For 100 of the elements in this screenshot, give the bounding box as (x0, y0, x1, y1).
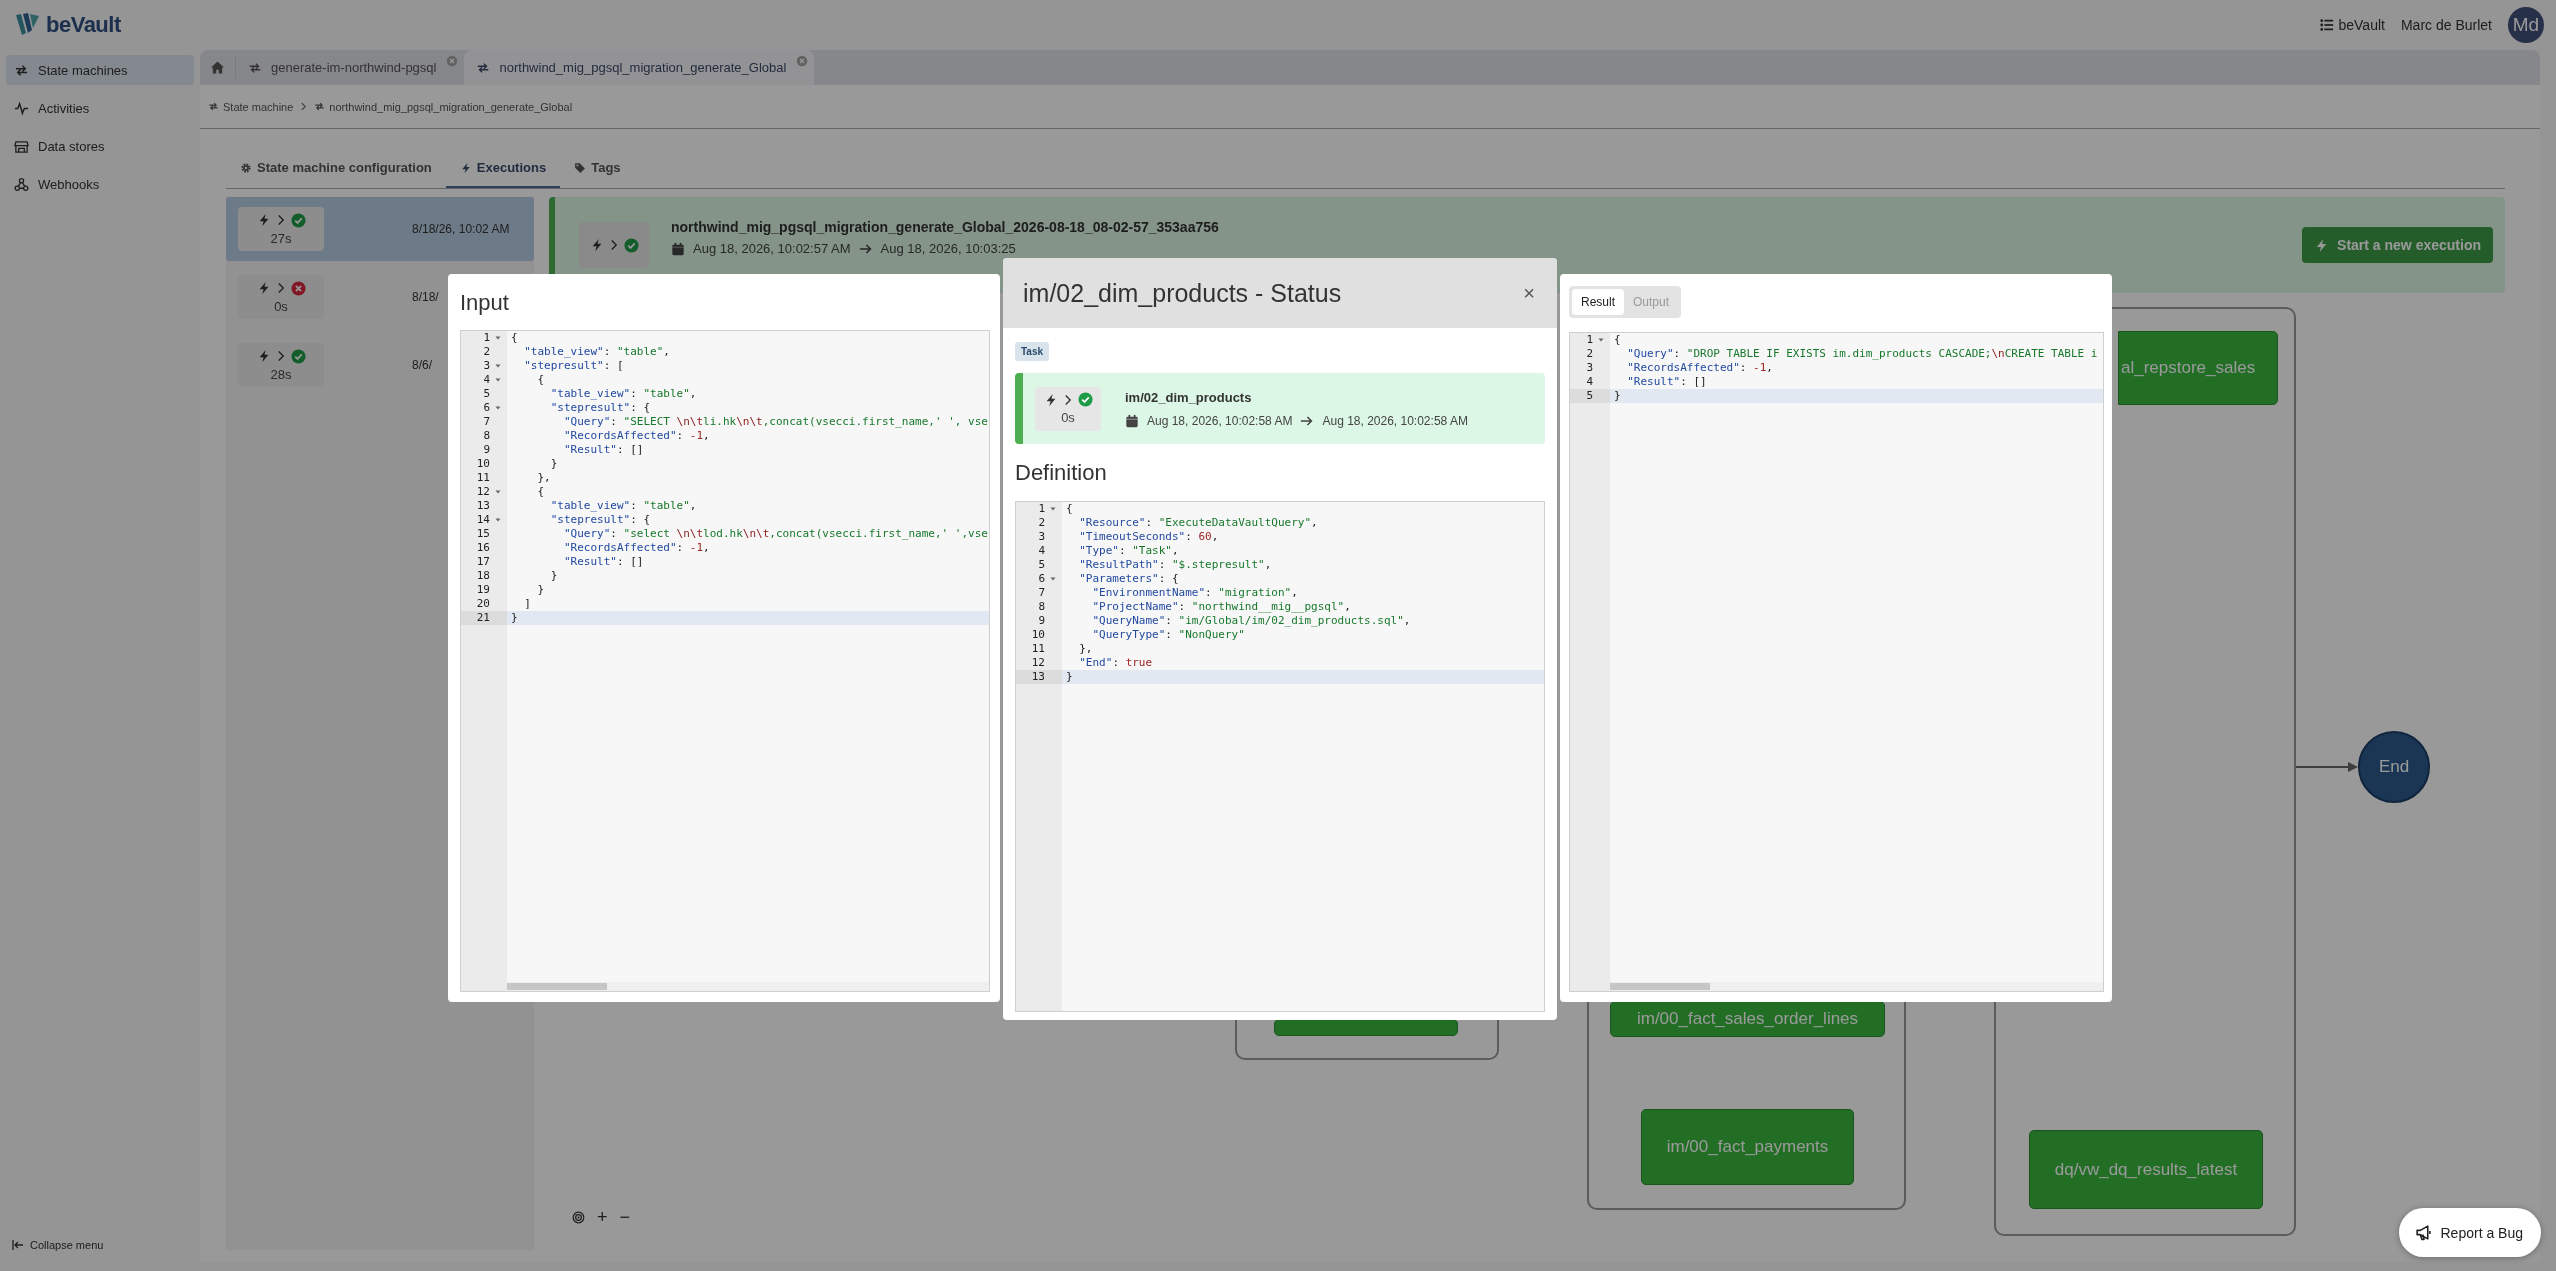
sidebar-item[interactable]: Webhooks (6, 169, 194, 199)
code-line: "RecordsAffected": -1, (563, 429, 711, 443)
collapse-menu-button[interactable]: Collapse menu (6, 1239, 194, 1251)
collapse-icon (12, 1240, 24, 1250)
code-line: { (536, 485, 546, 499)
line-number: 19 (476, 583, 490, 596)
code-line: "QueryName": "im/Global/im/02_dim_products.sql", (1091, 614, 1412, 628)
line-number: 8 (1038, 600, 1045, 613)
section-heading: Definition (1015, 459, 1108, 487)
code-line: "TimeoutSeconds": 60, (1078, 530, 1220, 544)
line-number: 11 (476, 471, 490, 484)
line-number: 17 (476, 555, 490, 568)
line-number: 6 (1038, 572, 1045, 585)
result-tab[interactable]: Result (1572, 289, 1624, 315)
swap-arrows-icon (476, 60, 491, 75)
swap-arrows-icon (208, 101, 219, 112)
line-number: 5 (1038, 558, 1045, 571)
sidebar-item[interactable]: Data stores (6, 131, 194, 161)
scrollbar[interactable] (507, 982, 989, 991)
section-tab[interactable]: State machine configuration (226, 149, 446, 186)
code-line: }, (1078, 642, 1094, 656)
list-icon (2319, 18, 2334, 32)
code-line: "Result": [] (1626, 375, 1708, 389)
user-name: Marc de Burlet (2400, 17, 2492, 33)
state-name: im/02_dim_products (1125, 389, 1253, 405)
close-button[interactable]: × (1523, 281, 1535, 305)
line-number: 10 (476, 457, 490, 470)
breadcrumb-link[interactable]: northwind_mig_pgsql_migration_generate_Global (329, 100, 573, 113)
start-time: Aug 18, 2026, 10:02:58 AM (1147, 413, 1293, 428)
recenter-icon (572, 1211, 585, 1224)
scrollbar-thumb[interactable] (507, 983, 607, 990)
line-number: 7 (1038, 586, 1045, 599)
code-line: "table_view": "table", (523, 345, 671, 359)
close-tab-icon (796, 55, 809, 67)
execution-date: 8/18/26, 10:02 AM (412, 222, 510, 236)
code-line: "Result": [] (563, 443, 645, 457)
code-line: "Query": "DROP TABLE IF EXISTS im.dim_products CASCADE;\nCREATE TABLE i (1626, 347, 2099, 361)
line-number: 4 (1038, 544, 1045, 557)
report-bug-button[interactable]: Report a Bug (2398, 1208, 2541, 1257)
line-number: 13 (476, 499, 490, 512)
section-tab[interactable]: Tags (560, 149, 635, 186)
start-time: Aug 18, 2026, 10:02:57 AM (693, 241, 851, 256)
panel-title: Input (460, 289, 510, 317)
status-badge: 0s (1035, 386, 1101, 431)
code-line: "ProjectName": "northwind__mig__pgsql", (1091, 600, 1352, 614)
zoom-out-button[interactable]: − (619, 1207, 631, 1228)
code-line: } (549, 457, 559, 471)
code-line: "stepresult": { (549, 401, 652, 415)
execution-date: 8/18/ (412, 290, 439, 304)
tag-icon (574, 161, 587, 174)
type-tag: Task (1015, 342, 1050, 361)
execution-item[interactable]: 27s 8/18/26, 10:02 AM (226, 197, 534, 261)
pulse-icon (14, 100, 29, 116)
code-line: "ResultPath": "$.stepresult", (1078, 558, 1273, 572)
line-number: 20 (476, 597, 490, 610)
code-line: ] (523, 597, 532, 611)
store-icon (14, 138, 29, 154)
end-node[interactable]: End (2358, 731, 2430, 803)
document-tab[interactable]: northwind_mig_pgsql_migration_generate_Global (464, 50, 815, 85)
sidebar-item[interactable]: Activities (6, 93, 194, 123)
line-number: 13 (1031, 670, 1045, 683)
code-line: }, (536, 471, 552, 485)
user-avatar[interactable]: Md (2508, 7, 2544, 43)
line-number: 12 (1031, 656, 1045, 669)
connector-arrow (2296, 761, 2358, 773)
code-line: "EnvironmentName": "migration", (1091, 586, 1299, 600)
line-number: 5 (483, 387, 490, 400)
swap-arrows-icon (314, 101, 326, 112)
line-number: 2 (1038, 516, 1045, 529)
status-badge: 0s (238, 275, 324, 319)
line-number: 1 (483, 331, 490, 344)
webhook-icon (14, 176, 29, 192)
calendar-icon (1125, 413, 1139, 428)
line-number: 11 (1031, 642, 1045, 655)
calendar-icon (671, 241, 685, 256)
megaphone-icon (2414, 1224, 2432, 1241)
line-number: 1 (1038, 502, 1045, 515)
start-execution-button[interactable]: Start a new execution (2302, 227, 2493, 263)
scrollbar[interactable] (1610, 982, 2103, 991)
line-number: 15 (476, 527, 490, 540)
status-badge: 28s (238, 343, 324, 387)
line-number: 3 (483, 359, 490, 372)
sidebar-item[interactable]: State machines (6, 55, 194, 85)
execution-date: 8/6/ (412, 358, 432, 372)
swap-arrows-icon (248, 60, 262, 75)
app-menu-link[interactable]: beVault (2319, 17, 2385, 33)
line-number: 3 (1586, 361, 1593, 374)
scrollbar-thumb[interactable] (1610, 983, 1710, 990)
end-time: Aug 18, 2026, 10:03:25 (880, 241, 1016, 256)
zoom-in-button[interactable]: + (597, 1207, 608, 1228)
line-number: 14 (476, 513, 490, 526)
line-number: 3 (1038, 530, 1045, 543)
code-line: "table_view": "table", (549, 499, 698, 513)
line-number: 5 (1586, 389, 1593, 402)
breadcrumb-link[interactable]: State machine (223, 100, 294, 113)
document-tab[interactable]: generate-im-northwind-pgsql (236, 50, 465, 85)
line-number: 4 (483, 373, 490, 386)
line-number: 8 (483, 429, 490, 442)
code-line: } (549, 569, 559, 583)
section-tab[interactable]: Executions (445, 149, 561, 188)
